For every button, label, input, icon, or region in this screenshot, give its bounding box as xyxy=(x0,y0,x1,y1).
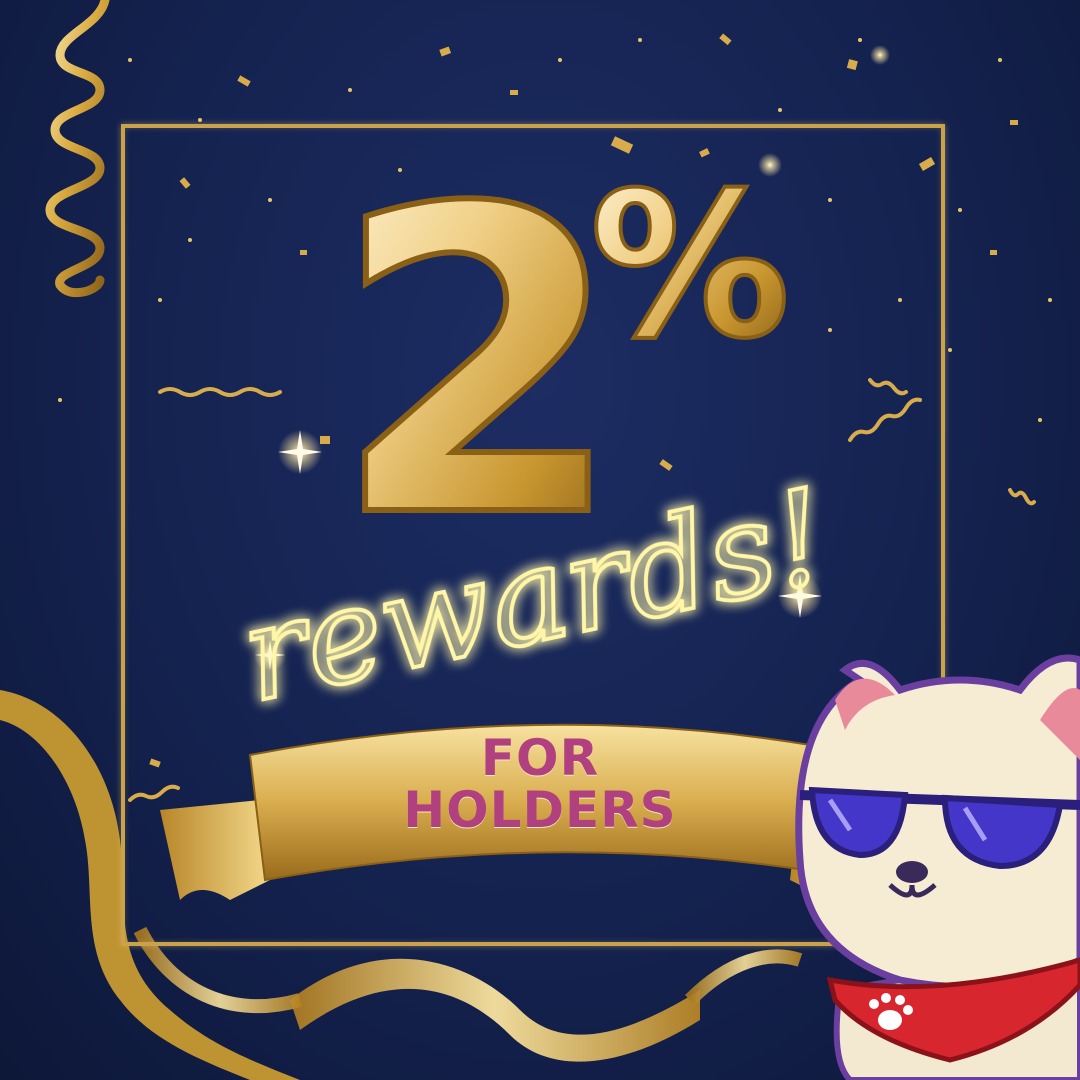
cat-mascot-icon xyxy=(795,654,1080,1080)
